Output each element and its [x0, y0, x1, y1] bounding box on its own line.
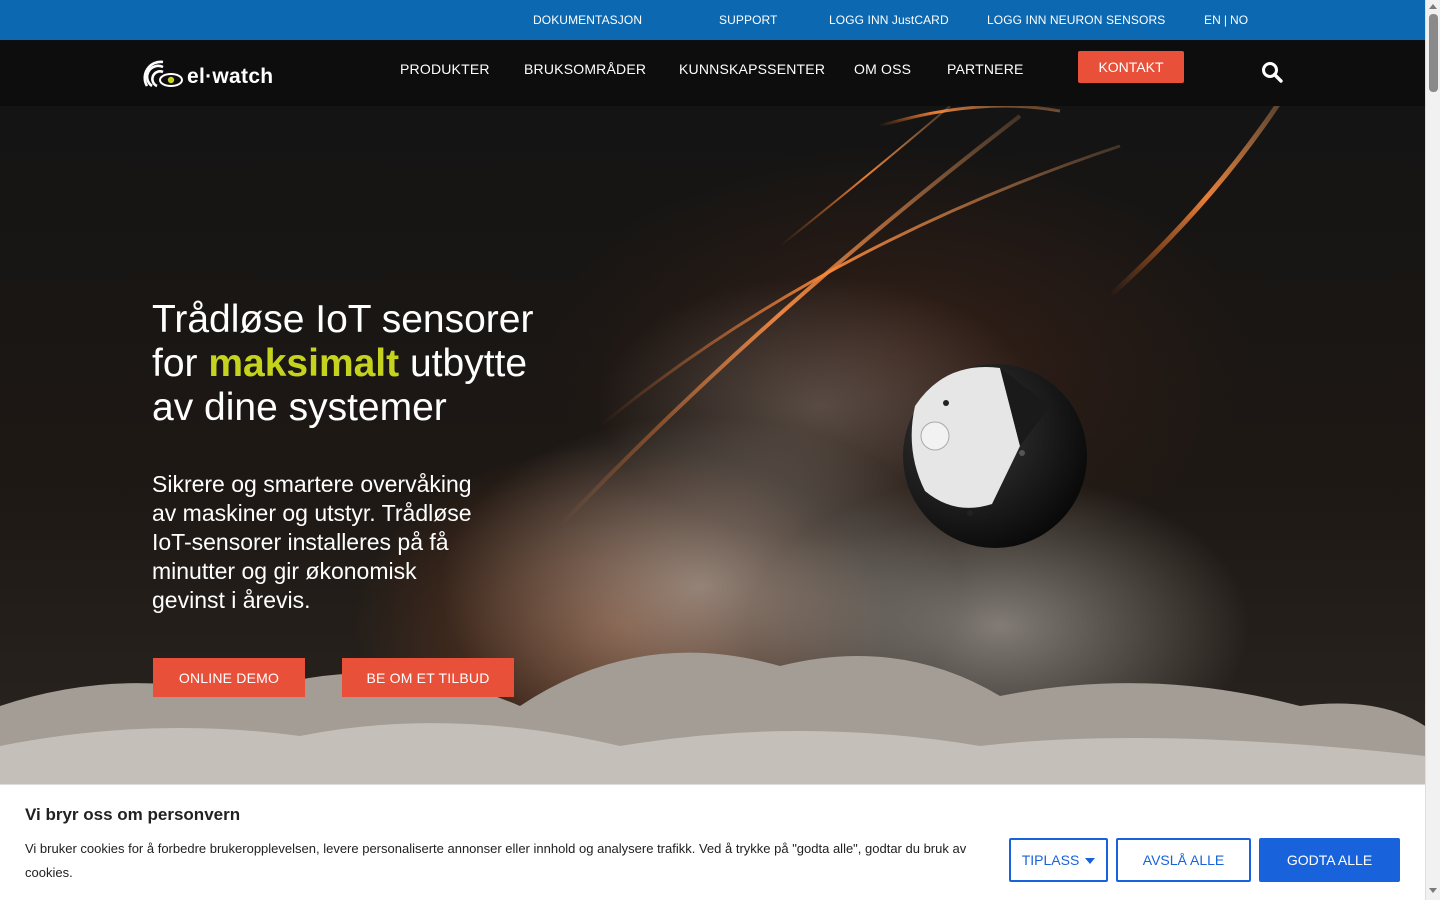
cookie-customize-button[interactable]: TIPLASS [1009, 838, 1108, 882]
cookie-consent-banner: Vi bryr oss om personvern Vi bruker cook… [0, 784, 1425, 900]
nav-about-us[interactable]: OM OSS [854, 61, 911, 77]
hero-title-line1: Trådløse IoT sensorer [152, 298, 534, 341]
hero-title-post: utbytte [399, 342, 528, 385]
logo-wordmark: el·watch [187, 65, 274, 88]
page-scrollbar[interactable] [1425, 0, 1440, 900]
cookie-accept-all-button[interactable]: GODTA ALLE [1259, 838, 1400, 882]
cookie-title: Vi bryr oss om personvern [25, 805, 241, 824]
scroll-up-arrow-icon[interactable] [1429, 4, 1437, 9]
top-utility-bar: DOKUMENTASJON SUPPORT LOGG INN JustCARD … [0, 0, 1425, 40]
scroll-thumb[interactable] [1429, 14, 1438, 92]
lang-no[interactable]: NO [1230, 13, 1248, 27]
hero-title-pre: for [152, 342, 209, 385]
search-icon[interactable] [1261, 61, 1283, 83]
link-support[interactable]: SUPPORT [719, 13, 778, 27]
link-documentation[interactable]: DOKUMENTASJON [533, 13, 642, 27]
nav-use-cases[interactable]: BRUKSOMRÅDER [524, 61, 646, 77]
caret-down-icon [1085, 858, 1096, 865]
nav-products[interactable]: PRODUKTER [400, 61, 490, 77]
nav-partners[interactable]: PARTNERE [947, 61, 1024, 77]
cookie-description: Vi bruker cookies for å forbedre brukero… [25, 841, 967, 880]
link-login-neuron-sensors[interactable]: LOGG INN NEURON SENSORS [987, 13, 1165, 27]
hero-section: Trådløse IoT sensorer for maksimalt utby… [0, 106, 1425, 786]
sensor-device [903, 364, 1087, 548]
contact-button[interactable]: KONTAKT [1078, 51, 1184, 83]
cookie-reject-all-button[interactable]: AVSLÅ ALLE [1116, 838, 1251, 882]
hero-subtitle: Sikrere og smartere overvåking av maskin… [152, 471, 472, 613]
language-switcher: EN | NO [1204, 13, 1248, 27]
lang-en[interactable]: EN [1204, 13, 1221, 27]
scroll-down-arrow-icon[interactable] [1429, 888, 1437, 893]
wifi-eye-icon [143, 60, 183, 88]
online-demo-button[interactable]: ONLINE DEMO [153, 658, 305, 697]
hero-title-highlight: maksimalt [208, 342, 400, 385]
main-navigation: el·watch PRODUKTER BRUKSOMRÅDER KUNNSKAP… [0, 40, 1425, 106]
hero-title: Trådløse IoT sensorer for maksimalt utby… [152, 298, 592, 430]
lang-separator: | [1223, 13, 1227, 27]
hero-title-line3: av dine systemer [152, 386, 447, 429]
elwatch-logo[interactable]: el·watch [143, 56, 273, 90]
cookie-customize-label: TIPLASS [1021, 852, 1080, 868]
request-quote-button[interactable]: BE OM ET TILBUD [342, 658, 514, 697]
link-login-justcard[interactable]: LOGG INN JustCARD [829, 13, 949, 27]
nav-knowledge-center[interactable]: KUNNSKAPSSENTER [679, 61, 825, 77]
